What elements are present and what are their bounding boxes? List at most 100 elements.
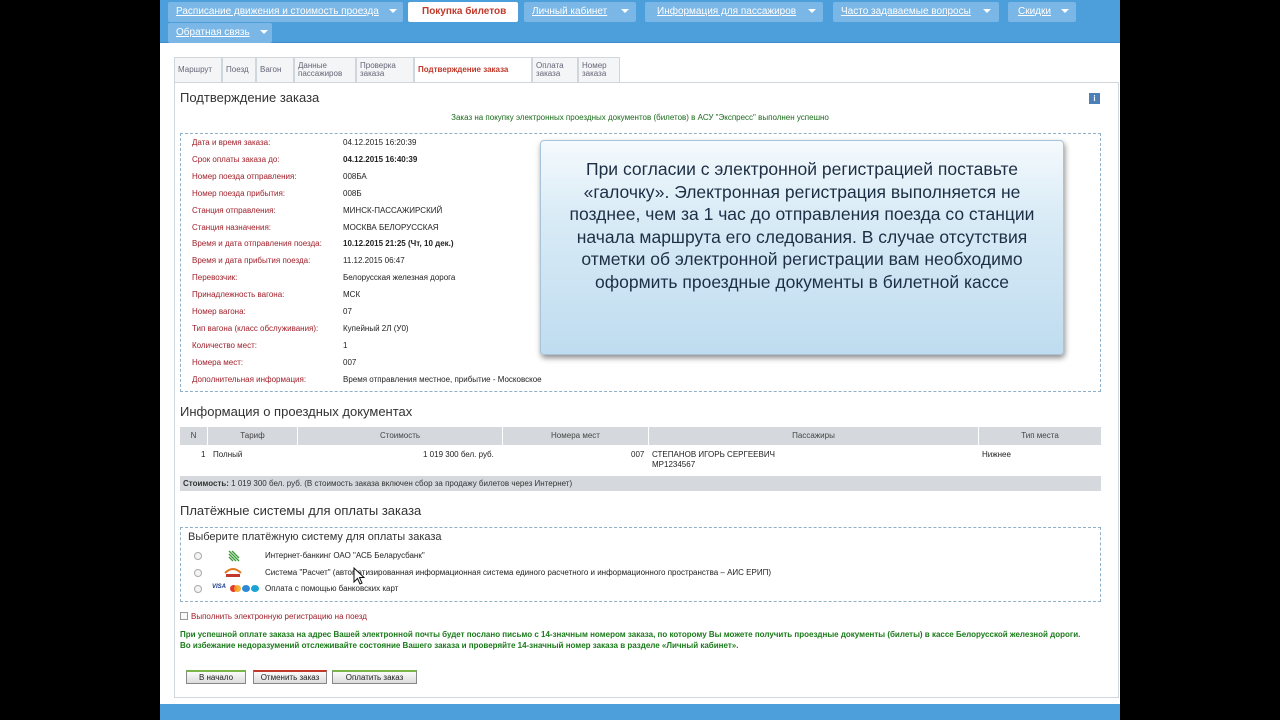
ticket-tariff: Полный	[213, 450, 243, 459]
order-detail-label: Номер поезда отправления:	[192, 171, 297, 181]
payment-box: Выберите платёжную систему для оплаты за…	[180, 527, 1101, 602]
page: Расписание движения и стоимость проезда …	[160, 0, 1120, 720]
belarusbank-icon	[228, 550, 240, 562]
page-title: Подтверждение заказа	[180, 90, 320, 105]
ticket-cost: 1 019 300 бел. руб.	[423, 450, 494, 459]
order-detail-label: Время и дата прибытия поезда:	[192, 256, 311, 266]
radio-raschet[interactable]	[194, 569, 202, 577]
ticket-document: МР1234567	[652, 460, 696, 469]
e-registration-label: Выполнить электронную регистрацию на пое…	[191, 612, 367, 621]
order-detail-label: Принадлежность вагона:	[192, 290, 285, 300]
order-detail-label: Перевозчик:	[192, 273, 238, 283]
nav-personal-account[interactable]: Личный кабинет	[524, 2, 636, 22]
maestro-icon	[242, 585, 250, 592]
nav-buy-tickets[interactable]: Покупка билетов	[408, 2, 518, 22]
nav-feedback[interactable]: Обратная связь	[168, 23, 272, 43]
col-header-cost: Стоимость	[298, 427, 503, 445]
order-detail-value: 04.12.2015 16:20:39	[343, 138, 417, 147]
e-registration-callout: При согласии с электронной регистрацией …	[540, 140, 1064, 355]
bank-cards-icon: VISA	[212, 583, 262, 595]
step-order-confirmation[interactable]: Подтверждение заказа	[414, 57, 532, 82]
order-detail-label: Количество мест:	[192, 340, 258, 350]
order-detail-label: Номер поезда прибытия:	[192, 188, 286, 198]
start-button[interactable]: В начало	[186, 670, 246, 684]
note-email: При успешной оплате заказа на адрес Ваше…	[180, 630, 1081, 639]
order-detail-label: Станция отправления:	[192, 205, 276, 215]
cancel-order-button[interactable]: Отменить заказ	[253, 670, 327, 684]
info-icon[interactable]: i	[1089, 93, 1100, 104]
col-header-tariff: Тариф	[208, 427, 298, 445]
order-detail-value: 1	[343, 340, 348, 350]
order-detail-label: Срок оплаты заказа до:	[192, 154, 280, 164]
col-header-n: N	[180, 427, 208, 445]
chevron-down-icon	[259, 30, 268, 35]
order-detail-value: МИНСК-ПАССАЖИРСКИЙ	[343, 205, 443, 215]
col-header-seat-type: Тип места	[979, 427, 1101, 445]
step-train[interactable]: Поезд	[222, 57, 256, 82]
note-tracking: Во избежание недоразумений отслеживайте …	[180, 640, 739, 650]
tickets-title: Информация о проездных документах	[180, 404, 413, 419]
payment-option-bank-cards[interactable]: VISA Оплата с помощью банковских карт	[181, 583, 1081, 597]
payment-option-label: Система "Расчет" (автоматизированная инф…	[265, 568, 772, 577]
radio-bank-cards[interactable]	[194, 585, 202, 593]
step-order-check[interactable]: Проверка заказа	[356, 57, 414, 82]
chevron-down-icon	[1060, 9, 1069, 14]
chevron-down-icon	[982, 9, 991, 14]
order-detail-label: Тип вагона (класс обслуживания):	[192, 323, 319, 333]
visa-logo: VISA	[212, 584, 227, 590]
ticket-passenger: СТЕПАНОВ ИГОРЬ СЕРГЕЕВИЧ	[652, 450, 775, 459]
order-detail-value: Белорусская железная дорога	[343, 273, 456, 283]
ticket-seats: 007	[631, 450, 645, 459]
payment-option-raschet[interactable]: Система "Расчет" (автоматизированная инф…	[181, 567, 1081, 581]
step-route[interactable]: Маршрут	[174, 57, 222, 82]
belcard-icon	[251, 585, 259, 592]
chevron-down-icon	[388, 9, 397, 14]
payment-option-label: Оплата с помощью банковских карт	[265, 584, 399, 593]
order-detail-value: 008Б	[343, 188, 362, 198]
order-detail-value: Купейный 2Л (У0)	[343, 323, 409, 333]
order-detail-value: 11.12.2015 06:47	[343, 256, 405, 266]
ticket-n: 1	[201, 450, 206, 459]
payment-subtitle: Выберите платёжную систему для оплаты за…	[188, 531, 442, 543]
step-passenger-data[interactable]: Данные пассажиров	[294, 57, 356, 82]
order-detail-label: Номера мест:	[192, 357, 244, 367]
order-detail-label: Время и дата отправления поезда:	[192, 239, 322, 249]
total-cost-label: Стоимость:	[183, 479, 229, 488]
nav-passenger-info[interactable]: Информация для пассажиров	[645, 2, 823, 22]
total-cost-row: Стоимость: 1 019 300 бел. руб. (В стоимо…	[180, 476, 1101, 491]
order-detail-value: МОСКВА БЕЛОРУССКАЯ	[343, 222, 439, 232]
mouse-cursor-icon	[353, 567, 365, 585]
order-detail-value: 10.12.2015 21:25 (Чт, 10 дек.)	[343, 239, 454, 249]
success-message: Заказ на покупку электронных проездных д…	[451, 113, 829, 122]
order-detail-value: 008БА	[343, 171, 367, 181]
order-detail-value: 04.12.2015 16:40:39	[343, 154, 418, 164]
nav-discounts[interactable]: Скидки	[1008, 2, 1076, 22]
order-detail-label: Номер вагона:	[192, 307, 246, 316]
order-detail-value: 007	[343, 357, 357, 367]
order-detail-label: Станция назначения:	[192, 222, 272, 232]
chevron-down-icon	[808, 9, 817, 14]
step-payment[interactable]: Оплата заказа	[532, 57, 578, 82]
pay-order-button[interactable]: Оплатить заказ	[332, 670, 417, 684]
order-detail-value: МСК	[343, 290, 361, 300]
col-header-passengers: Пассажиры	[649, 427, 979, 445]
bottom-bar	[160, 704, 1120, 720]
ticket-seat-type: Нижнее	[982, 450, 1011, 459]
raschet-icon	[224, 568, 242, 577]
payment-title: Платёжные системы для оплаты заказа	[180, 503, 422, 518]
payment-option-belarusbank[interactable]: Интернет-банкинг ОАО "АСБ Беларусбанк"	[181, 550, 1081, 564]
radio-belarusbank[interactable]	[194, 552, 202, 560]
chevron-down-icon	[621, 9, 630, 14]
order-detail-value: Время отправления местное, прибытие - Мо…	[343, 374, 542, 384]
order-detail-label: Дополнительная информация:	[192, 374, 307, 384]
col-header-seats: Номера мест	[503, 427, 649, 445]
payment-notes: При успешной оплате заказа на адрес Ваше…	[180, 630, 1105, 651]
step-order-number[interactable]: Номер заказа	[578, 57, 620, 82]
nav-faq[interactable]: Часто задаваемые вопросы	[833, 2, 999, 22]
nav-schedule[interactable]: Расписание движения и стоимость проезда	[168, 2, 403, 22]
e-registration-checkbox[interactable]	[180, 612, 188, 620]
order-detail-label: Дата и время заказа:	[192, 138, 271, 147]
payment-option-label: Интернет-банкинг ОАО "АСБ Беларусбанк"	[265, 551, 425, 560]
step-car[interactable]: Вагон	[256, 57, 294, 82]
total-cost-text: 1 019 300 бел. руб. (В стоимость заказа …	[228, 479, 573, 488]
